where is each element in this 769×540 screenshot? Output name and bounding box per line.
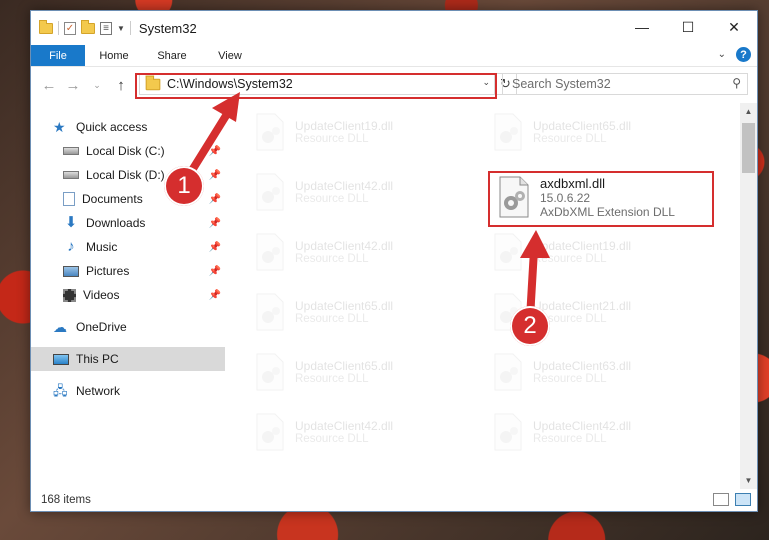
callout-1: 1 <box>164 166 204 206</box>
annotation-arrows <box>182 92 550 322</box>
callout-2: 2 <box>510 306 550 346</box>
